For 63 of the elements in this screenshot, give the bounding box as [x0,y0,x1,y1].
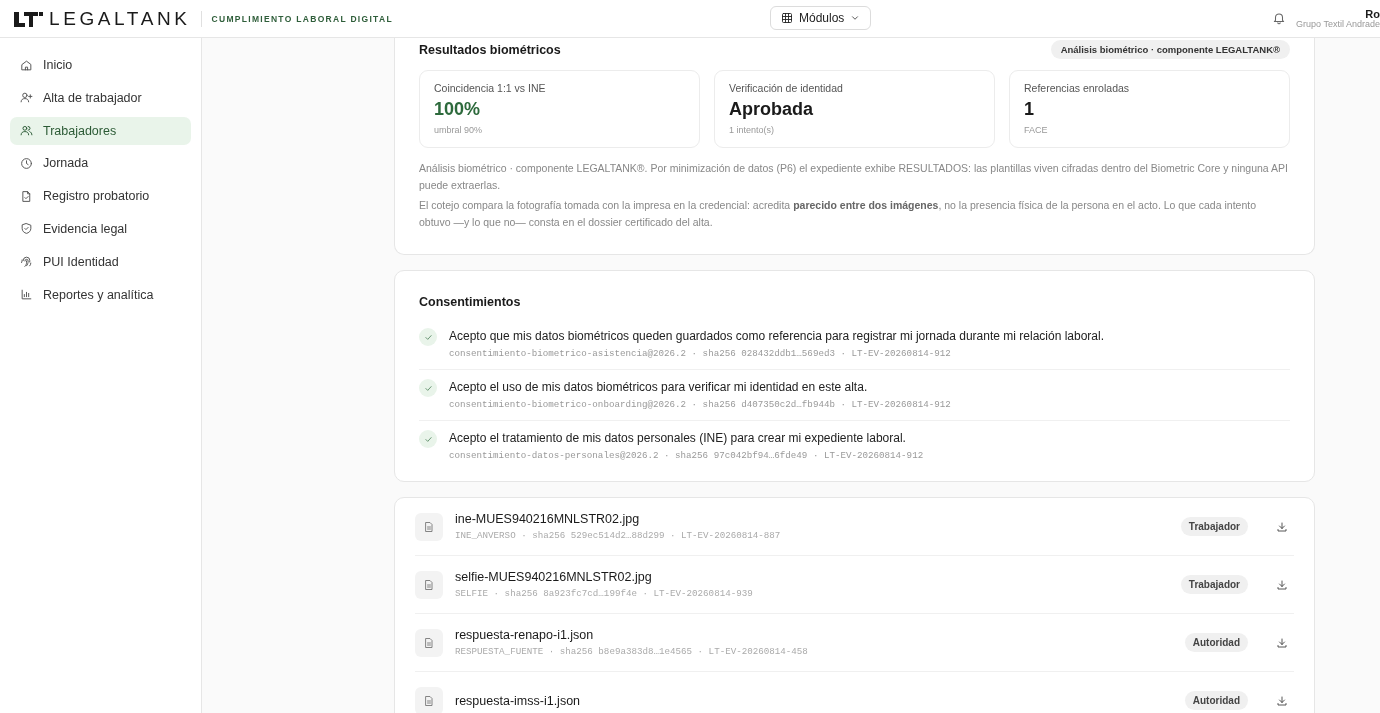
consent-text: Acepto el uso de mis datos biométricos para verificar mi identidad en este alta. [449,380,869,394]
user-plus-icon [20,91,33,105]
brand-name: LEGALTANK [49,7,191,30]
file-name: respuesta-imss-i1.json [455,693,581,708]
file-name: ine-MUES940216MNLSTR02.jpg [455,512,641,526]
chevron-down-icon [850,13,861,23]
consent-text: Acepto el tratamiento de mis datos personales (INE) para crear mi expediente laboral. [449,431,907,445]
logo-icon [14,10,43,27]
sidebar-item[interactable]: Jornada [10,149,191,178]
file-name: respuesta-renapo-i1.json [455,628,595,642]
metric-label: Referencias enroladas [1024,82,1131,94]
sidebar-item[interactable]: Evidencia legal [10,215,191,243]
bar-chart-icon [20,288,33,302]
sidebar-item[interactable]: Inicio [10,51,191,79]
file-metadata: SELFIE · sha256 8a923fc7cd…199f4e · LT-EV-20260814-939 [455,588,753,599]
sidebar-item[interactable]: Registro probatorio [10,182,191,211]
consent-metadata: consentimiento-biometrico-asistencia@2026.2 · sha256 028432ddb1…569ed3 · LT-EV-20260814-912 [449,348,952,359]
metric-caption: umbral 90% [434,125,484,135]
source-tag: Autoridad [1184,691,1248,710]
modules-button[interactable]: Módulos [770,6,872,30]
document-icon [423,520,435,533]
grid-icon [781,12,793,24]
source-tag: Trabajador [1180,517,1248,536]
fingerprint-icon [20,255,33,269]
metric-value: Aprobada [729,99,814,120]
sidebar-item[interactable]: Reportes y analítica [10,280,191,309]
metric-caption: FACE [1024,125,1049,135]
home-icon [20,58,33,72]
metric-label: Verificación de identidad [729,82,844,94]
document-icon [20,189,33,203]
source-tag: Autoridad [1184,633,1248,652]
sidebar-item[interactable]: Trabajadores [10,116,191,145]
file-metadata: RESPUESTA_FUENTE · sha256 b8e9a383d8…1e4565 · LT-EV-20260814-458 [455,646,808,657]
metric-value: 1 [1024,99,1035,120]
section-title: Consentimientos [419,295,522,309]
document-icon [423,636,435,649]
note-paragraph: Análisis biométrico · componente LEGALTANK®. Por minimización de datos (P6) el expediente exhibe RESULTADOS: las plantillas viven cifradas dentro del Biometric Core y ninguna API puede extraerlas. [419,161,1289,193]
section-title: Resultados biométricos [419,42,561,57]
tagline: CUMPLIMIENTO LABORAL DIGITAL [211,13,393,24]
source-tag: Trabajador [1180,575,1248,594]
users-icon [20,124,33,138]
user-name: Ro [1365,7,1380,20]
check-icon [423,332,433,342]
note-paragraph: El cotejo compara la fotografía tomada con la impresa en la credencial: acredita parecido entre dos imágenes, no la presencia física de la persona en el acto. Lo que cada intento obtuvo —y lo que no— consta en el dossier certificado del alta. [419,198,1257,230]
document-icon [423,578,435,591]
consent-text: Acepto que mis datos biométricos queden guardados como referencia para registrar mi jornada durante mi relación laboral. [449,329,1105,343]
file-name: selfie-MUES940216MNLSTR02.jpg [455,570,653,584]
sidebar-item[interactable]: PUI Identidad [10,247,191,276]
component-badge: Análisis biométrico · componente LEGALTANK® [1050,40,1290,59]
file-metadata: INE_ANVERSO · sha256 529ec514d2…88d299 · LT-EV-20260814-887 [455,530,781,541]
consent-metadata: consentimiento-datos-personales@2026.2 · sha256 97c042bf94…6fde49 · LT-EV-20260814-912 [449,450,924,461]
check-icon [423,383,433,393]
bell-icon[interactable] [1272,11,1287,26]
user-organization: Grupo Textil Andrade [1296,19,1380,30]
metric-caption: 1 intento(s) [729,125,776,135]
document-icon [423,694,435,707]
clock-icon [20,156,33,170]
sidebar-item[interactable]: Alta de trabajador [10,83,191,112]
shield-icon [20,222,33,236]
metric-value: 100% [434,99,482,120]
metric-label: Coincidencia 1:1 vs INE [434,82,547,94]
consent-metadata: consentimiento-biometrico-onboarding@2026.2 · sha256 d407350c2d…fb944b · LT-EV-20260814-912 [449,399,951,410]
check-icon [423,434,433,444]
